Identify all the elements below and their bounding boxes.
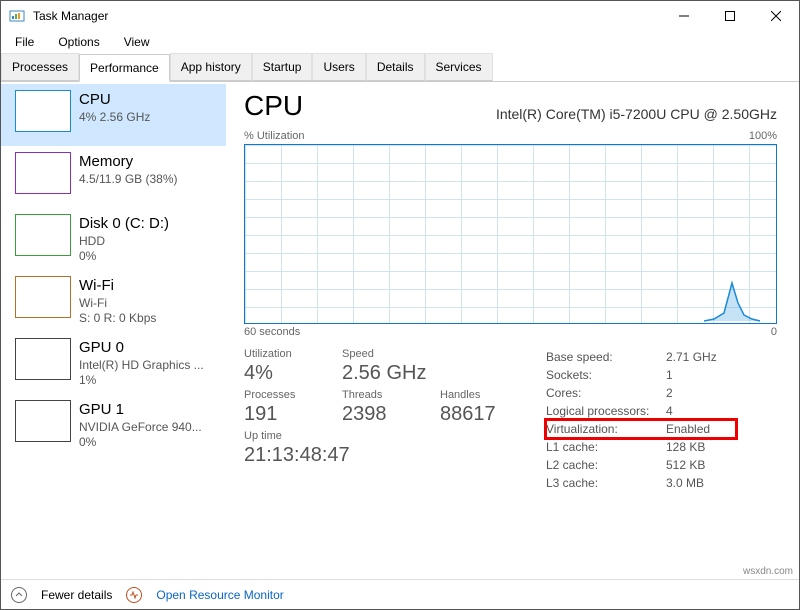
cpu-utilization-graph[interactable] (244, 144, 777, 324)
watermark: wsxdn.com (743, 566, 793, 577)
menu-options[interactable]: Options (48, 33, 109, 51)
stat-uptime: Up time 21:13:48:47 (244, 430, 350, 467)
panel-title: CPU (244, 90, 303, 122)
tab-services[interactable]: Services (425, 53, 493, 81)
sidebar-label-gpu1: GPU 1 (79, 400, 202, 420)
sidebar-item-cpu[interactable]: CPU 4% 2.56 GHz (1, 84, 226, 146)
cpu-info-table: Base speed:2.71 GHz Sockets:1 Cores:2 Lo… (546, 348, 736, 492)
window-title: Task Manager (33, 9, 661, 23)
x-axis-right: 0 (771, 326, 777, 338)
virtualization-row: Virtualization:Enabled (546, 420, 736, 438)
stat-handles: Handles 88617 (440, 389, 510, 426)
stat-processes: Processes 191 (244, 389, 314, 426)
x-axis-left: 60 seconds (244, 326, 300, 338)
menu-view[interactable]: View (114, 33, 160, 51)
cpu-model: Intel(R) Core(TM) i5-7200U CPU @ 2.50GHz (496, 106, 777, 122)
footer-bar: Fewer details Open Resource Monitor (1, 579, 799, 609)
app-icon (9, 8, 25, 24)
fewer-details-link[interactable]: Fewer details (41, 588, 112, 602)
sidebar-sub-memory: 4.5/11.9 GB (38%) (79, 172, 178, 188)
sidebar-item-gpu0[interactable]: GPU 0 Intel(R) HD Graphics ... 1% (1, 332, 226, 394)
sidebar-item-gpu1[interactable]: GPU 1 NVIDIA GeForce 940... 0% (1, 394, 226, 456)
memory-thumb (15, 152, 71, 194)
performance-sidebar: CPU 4% 2.56 GHz Memory 4.5/11.9 GB (38%)… (1, 82, 226, 578)
tab-processes[interactable]: Processes (1, 53, 79, 81)
stat-utilization: Utilization 4% (244, 348, 314, 385)
cpu-panel: CPU Intel(R) Core(TM) i5-7200U CPU @ 2.5… (226, 82, 799, 578)
tab-performance[interactable]: Performance (79, 54, 170, 82)
sidebar-item-memory[interactable]: Memory 4.5/11.9 GB (38%) (1, 146, 226, 208)
main-content: CPU 4% 2.56 GHz Memory 4.5/11.9 GB (38%)… (1, 82, 799, 578)
util-label: % Utilization (244, 130, 305, 142)
tab-bar: Processes Performance App history Startu… (1, 53, 799, 82)
sidebar-label-disk0: Disk 0 (C: D:) (79, 214, 169, 234)
menu-bar: File Options View (1, 31, 799, 53)
tab-details[interactable]: Details (366, 53, 425, 81)
menu-file[interactable]: File (5, 33, 44, 51)
chevron-up-icon[interactable] (11, 587, 27, 603)
title-bar: Task Manager (1, 1, 799, 31)
sidebar-sub-cpu: 4% 2.56 GHz (79, 110, 150, 126)
cpu-graph-line (704, 273, 764, 323)
sidebar-label-memory: Memory (79, 152, 178, 172)
sidebar-label-cpu: CPU (79, 90, 150, 110)
tab-startup[interactable]: Startup (252, 53, 313, 81)
stat-speed: Speed 2.56 GHz (342, 348, 426, 385)
sidebar-label-gpu0: GPU 0 (79, 338, 204, 358)
tab-app-history[interactable]: App history (170, 53, 252, 81)
minimize-button[interactable] (661, 1, 707, 31)
maximize-button[interactable] (707, 1, 753, 31)
sidebar-item-disk0[interactable]: Disk 0 (C: D:) HDD 0% (1, 208, 226, 270)
gpu0-thumb (15, 338, 71, 380)
disk0-thumb (15, 214, 71, 256)
resource-monitor-icon[interactable] (126, 587, 142, 603)
wifi-thumb (15, 276, 71, 318)
util-max: 100% (749, 130, 777, 142)
sidebar-label-wifi: Wi-Fi (79, 276, 156, 296)
window-controls (661, 1, 799, 31)
cpu-thumb (15, 90, 71, 132)
open-resource-monitor-link[interactable]: Open Resource Monitor (156, 588, 283, 602)
sidebar-item-wifi[interactable]: Wi-Fi Wi-Fi S: 0 R: 0 Kbps (1, 270, 226, 332)
close-button[interactable] (753, 1, 799, 31)
gpu1-thumb (15, 400, 71, 442)
tab-users[interactable]: Users (312, 53, 365, 81)
stat-threads: Threads 2398 (342, 389, 412, 426)
